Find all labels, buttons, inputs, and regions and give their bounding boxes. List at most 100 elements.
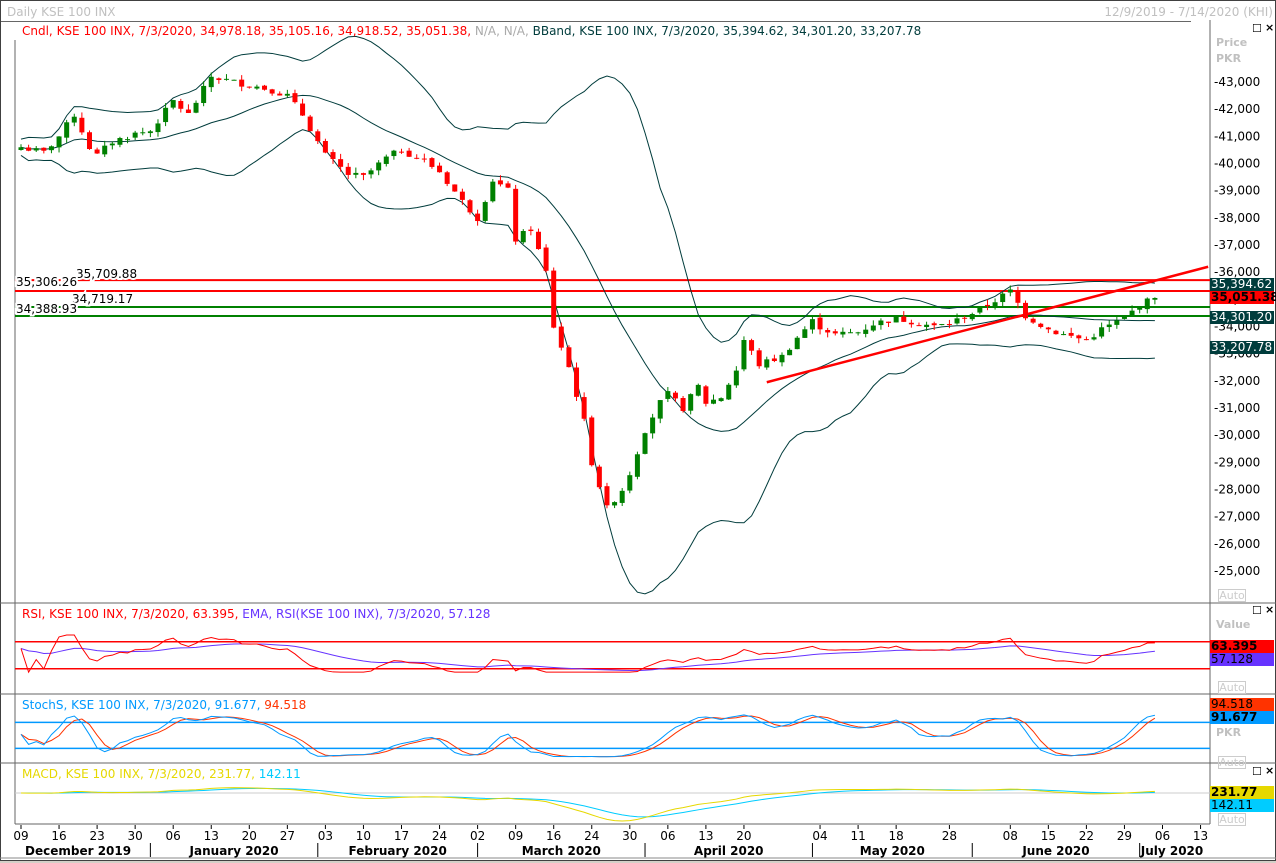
month-label: May 2020	[860, 844, 925, 858]
candle-body	[86, 132, 92, 150]
macd-maximize-icon[interactable]: ☐	[1252, 765, 1262, 778]
maximize-icon[interactable]: ☐	[1252, 22, 1262, 35]
candle-body	[497, 180, 503, 185]
price-tick-label: -26,000	[1214, 537, 1260, 551]
candle-body	[383, 156, 389, 164]
candle-body	[596, 466, 602, 488]
price-auto-button[interactable]: Auto	[1218, 589, 1246, 602]
candle-body	[246, 86, 252, 88]
date-tick-label: 10	[356, 829, 371, 843]
candle-body	[604, 486, 610, 506]
candle-body	[946, 324, 952, 326]
ema-badge: 57.128	[1210, 653, 1274, 666]
candle-body	[459, 191, 465, 200]
candle-body	[231, 79, 237, 81]
candle-body	[216, 78, 222, 80]
candle-body	[414, 157, 420, 159]
rsi-maximize-icon[interactable]: ☐	[1252, 604, 1262, 617]
candle-body	[916, 325, 922, 327]
macd-close-icon[interactable]: ×	[1265, 764, 1274, 777]
candle-body	[535, 231, 541, 250]
candle-body	[421, 158, 427, 160]
candle-body	[482, 202, 488, 221]
candle-body	[726, 384, 732, 400]
price-tick-label: -40,000	[1214, 157, 1260, 171]
month-label: April 2020	[694, 844, 764, 858]
date-tick-label: 22	[1079, 829, 1094, 843]
candle-body	[1007, 289, 1013, 293]
candle-body	[1121, 316, 1127, 319]
candle-body	[855, 332, 861, 334]
stoch-legend: StochS, KSE 100 INX, 7/3/2020, 91.677, 9…	[22, 698, 306, 712]
candle-body	[345, 166, 351, 175]
date-tick-label: 11	[850, 829, 865, 843]
bb-lower-badge: 33,207.78	[1210, 340, 1274, 354]
date-tick-label: 09	[508, 829, 523, 843]
candle-body	[399, 151, 404, 153]
date-tick-label: 06	[1155, 829, 1170, 843]
candle-body	[634, 454, 640, 477]
macd-auto-button[interactable]: Auto	[1218, 813, 1246, 826]
candle-body	[201, 85, 207, 104]
price-tick-label: -41,000	[1214, 129, 1260, 143]
na-legend: N/A, N/A,	[474, 24, 529, 38]
candle-body	[733, 370, 739, 386]
candle-body	[566, 347, 572, 368]
rsi-legend-text: RSI, KSE 100 INX, 7/3/2020, 63.395,	[22, 607, 239, 621]
stoch-k-line	[20, 714, 1156, 758]
candle-body	[353, 172, 359, 175]
candle-body	[330, 152, 336, 159]
candle-body	[878, 320, 884, 326]
candle-body	[71, 116, 77, 123]
date-tick-label: 30	[622, 829, 637, 843]
candle-body	[520, 230, 526, 243]
candle-body	[505, 183, 511, 188]
rsi-close-icon[interactable]: ×	[1265, 603, 1274, 616]
candle-body	[239, 79, 245, 87]
candle-body	[680, 398, 686, 412]
date-tick-label: 29	[1117, 829, 1132, 843]
candle-body	[832, 331, 838, 334]
close-price-badge: 35,051.38	[1210, 290, 1276, 304]
bband-upper-line	[20, 35, 1155, 343]
date-tick-label: 27	[280, 829, 295, 843]
candle-body	[277, 93, 283, 96]
candle-body	[41, 147, 47, 151]
close-icon[interactable]: ×	[1265, 21, 1274, 34]
candle-body	[1068, 332, 1074, 336]
candle-body	[467, 200, 473, 213]
date-tick-label: 16	[51, 829, 66, 843]
price-tick-label: -30,000	[1214, 428, 1260, 442]
candle-body	[132, 132, 138, 138]
chart-canvas[interactable]: 35,709.8835,306.26 34,719.1734,388.93 -43,…	[0, 0, 1276, 863]
bband-lower-line	[20, 129, 1155, 595]
candle-body	[79, 117, 85, 133]
candle-body	[665, 391, 671, 399]
date-tick-label: 13	[204, 829, 219, 843]
date-tick-label: 28	[942, 829, 957, 843]
candle-body	[338, 159, 344, 167]
price-tick-label: -28,000	[1214, 483, 1260, 497]
candle-body	[147, 131, 153, 134]
candle-body	[703, 386, 709, 404]
candle-body	[840, 331, 846, 335]
date-tick-label: 23	[89, 829, 104, 843]
rsi-ema-line	[20, 643, 1155, 672]
candle-body	[809, 319, 815, 330]
rsi-auto-button[interactable]: Auto	[1218, 681, 1246, 694]
level-label: 35,709.88	[76, 267, 137, 281]
candle-body	[528, 229, 534, 232]
date-tick-label: 30	[128, 829, 143, 843]
signal-legend-text: 142.11	[258, 767, 301, 781]
date-tick-label: 02	[470, 829, 485, 843]
stoch-auto-button[interactable]: Auto	[1218, 756, 1246, 769]
candle-body	[1129, 310, 1135, 316]
candle-body	[223, 78, 229, 80]
candle-body	[284, 93, 290, 96]
candle-body	[817, 317, 823, 330]
date-tick-label: 09	[13, 829, 28, 843]
candle-body	[391, 150, 397, 157]
candle-body	[954, 318, 960, 324]
candle-body	[977, 305, 983, 313]
candle-body	[262, 85, 268, 90]
